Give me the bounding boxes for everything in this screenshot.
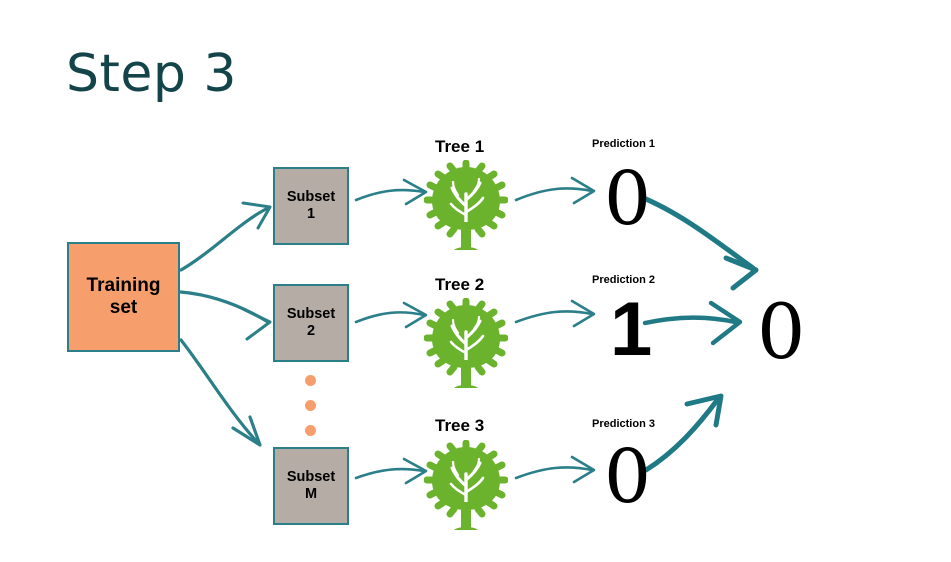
arrows-training-to-subsets (179, 201, 272, 447)
subset-m-label-line2: M (304, 486, 318, 502)
tree-icon (424, 298, 508, 388)
prediction-value-2: 1 (610, 287, 653, 372)
subset-1-label-line2: 1 (306, 206, 316, 222)
ellipsis-dot (305, 375, 316, 386)
training-set-label-line2: set (109, 297, 138, 318)
prediction-value-3: 0 (604, 434, 652, 520)
arrow-subset-1-to-tree-1 (354, 178, 428, 206)
arrow-prediction-1-to-final (638, 194, 759, 291)
arrow-training-to-subset-2 (179, 290, 272, 341)
page-title: Step 3 (66, 44, 238, 104)
prediction-label-3: Prediction 3 (592, 418, 655, 430)
subset-2-label-line2: 2 (306, 323, 316, 339)
tree-label-3: Tree 3 (435, 416, 485, 435)
ellipsis-dot (305, 425, 316, 436)
prediction-value-1: 0 (604, 156, 652, 242)
subset-box-2[interactable]: Subset 2 (273, 284, 349, 362)
subset-box-1[interactable]: Subset 1 (273, 167, 349, 245)
ellipsis-dot (305, 400, 316, 411)
subset-box-m[interactable]: Subset M (273, 447, 349, 525)
arrow-tree-2-to-prediction-2 (514, 299, 596, 328)
subset-m-label-line1: Subset (286, 469, 336, 486)
arrows-subset-to-tree (354, 178, 428, 485)
subset-1-label-line1: Subset (286, 189, 336, 206)
subset-ellipsis (305, 375, 319, 436)
arrows-tree-to-prediction (514, 176, 596, 484)
tree-icon (424, 160, 508, 250)
arrows-prediction-to-final (638, 194, 759, 473)
subset-2-label-line1: Subset (286, 306, 336, 323)
prediction-label-1: Prediction 1 (592, 138, 655, 150)
arrow-training-to-subset-1 (179, 201, 272, 272)
arrow-training-to-subset-m (179, 338, 262, 447)
tree-label-2: Tree 2 (435, 275, 485, 294)
arrow-subset-2-to-tree-2 (354, 301, 428, 329)
prediction-label-2: Prediction 2 (592, 274, 655, 286)
tree-icon (424, 440, 508, 530)
arrow-tree-1-to-prediction-1 (514, 176, 596, 205)
training-set-label-line1: Training (86, 275, 161, 297)
final-prediction-value: 0 (757, 287, 806, 376)
training-set-box[interactable]: Training set (67, 242, 180, 352)
arrow-prediction-2-to-final (642, 300, 743, 346)
arrow-tree-3-to-prediction-3 (514, 455, 596, 484)
tree-label-1: Tree 1 (435, 137, 485, 156)
arrow-prediction-3-to-final (643, 393, 724, 473)
arrow-subset-m-to-tree-3 (354, 457, 428, 485)
